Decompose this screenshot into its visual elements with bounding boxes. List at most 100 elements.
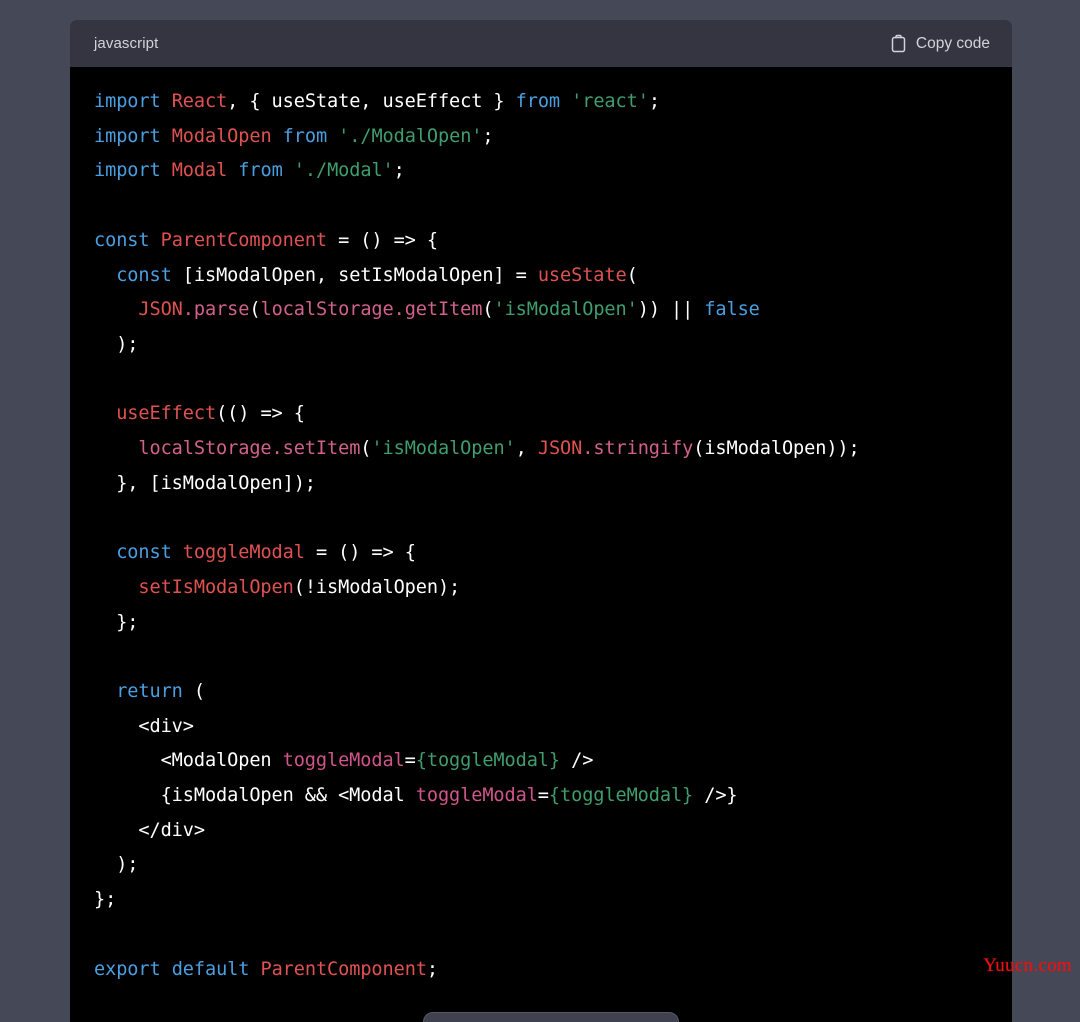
code-token: ); — [94, 854, 139, 876]
code-token: /> — [560, 750, 594, 772]
code-token: (() => { — [216, 403, 305, 425]
code-token: ( — [626, 264, 638, 286]
code-token: {toggleModal} — [548, 785, 694, 807]
code-token: useEffect — [116, 403, 217, 425]
code-token: toggleModal — [415, 785, 538, 807]
code-block-header: javascript Copy code — [70, 20, 1012, 67]
code-token: from — [282, 125, 328, 147]
code-token: </div> — [94, 819, 205, 841]
code-token: .getItem — [393, 299, 483, 321]
code-token: ParentComponent — [160, 229, 328, 251]
code-token: = — [537, 785, 549, 807]
code-token: return — [116, 680, 183, 702]
code-token: {toggleModal} — [415, 750, 560, 772]
code-token: [isModalOpen, setIsModalOpen] = — [171, 264, 538, 286]
code-token: 'react' — [571, 91, 649, 112]
code-token: const — [116, 542, 172, 564]
code-token: JSON — [537, 438, 583, 460]
copy-code-button[interactable]: Copy code — [888, 32, 992, 55]
code-token: ( — [482, 299, 494, 321]
code-token: }; — [94, 889, 117, 911]
code-token: ; — [393, 160, 405, 182]
code-token: {isModalOpen && <Modal — [94, 785, 416, 807]
code-token: ( — [360, 438, 372, 460]
code-token: <div> — [94, 715, 194, 737]
code-token: ParentComponent — [260, 958, 427, 980]
code-token: toggleModal — [182, 542, 305, 564]
code-token: JSON — [138, 299, 183, 321]
code-token: ( — [249, 299, 261, 321]
code-token: ; — [648, 91, 660, 112]
code-token: ModalOpen — [171, 125, 272, 147]
code-token: setIsModalOpen — [138, 576, 294, 598]
code-token: , { useState, useEffect } — [227, 91, 516, 112]
code-token: ); — [94, 333, 139, 355]
code-token: localStorage — [138, 438, 272, 460]
code-token: from — [238, 160, 283, 182]
code-token: )) || — [637, 299, 705, 321]
code-token: (!isModalOpen); — [293, 576, 461, 598]
code-token: toggleModal — [282, 750, 405, 772]
code-token: const — [94, 229, 150, 251]
code-token: .parse — [182, 299, 250, 321]
code-token: }, [isModalOpen]); — [94, 472, 316, 494]
code-token: useState — [537, 264, 627, 286]
copy-code-label: Copy code — [915, 34, 990, 52]
clipboard-icon — [890, 34, 907, 53]
code-token: default — [171, 958, 250, 980]
code-token: false — [704, 299, 760, 321]
code-token: import — [94, 160, 161, 182]
code-block: javascript Copy code import React, { use… — [70, 20, 1012, 1022]
code-token: from — [515, 91, 561, 112]
code-token: const — [116, 264, 172, 286]
code-token: localStorage — [260, 299, 394, 321]
code-token: export — [94, 958, 161, 980]
code-token: React — [171, 91, 228, 112]
code-content: import React, { useState, useEffect } fr… — [94, 85, 988, 987]
code-token: = — [404, 750, 416, 772]
code-token: .stringify — [582, 438, 694, 460]
watermark: Yuucn.com — [983, 955, 1072, 976]
code-block-body[interactable]: import React, { useState, useEffect } fr… — [70, 67, 1012, 1022]
code-token: import — [94, 125, 161, 147]
code-token: .setItem — [271, 438, 361, 460]
page-root: javascript Copy code import React, { use… — [0, 0, 1080, 1022]
code-token: Modal — [171, 160, 228, 182]
code-token: = () => { — [304, 542, 416, 564]
code-token: import — [94, 91, 161, 112]
chat-input-box[interactable] — [423, 1012, 679, 1022]
code-token: <ModalOpen — [94, 750, 283, 772]
code-token: = () => { — [327, 229, 438, 251]
code-token: ; — [482, 125, 494, 147]
code-token: , — [515, 438, 538, 460]
code-token: }; — [94, 611, 139, 633]
code-token: ; — [426, 958, 438, 980]
code-token: 'isModalOpen' — [371, 438, 516, 460]
code-token: ( — [182, 680, 205, 702]
code-token: './Modal' — [293, 160, 394, 182]
code-token: './ModalOpen' — [338, 125, 483, 147]
code-token: />} — [693, 785, 738, 807]
code-token: 'isModalOpen' — [493, 299, 638, 321]
language-label: javascript — [94, 35, 159, 52]
code-token: (isModalOpen)); — [693, 438, 860, 460]
